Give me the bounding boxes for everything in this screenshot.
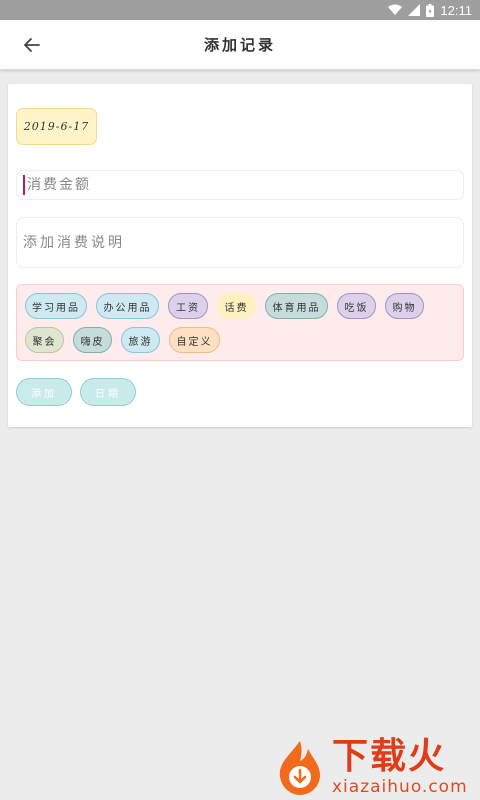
tag-chip[interactable]: 吃饭 xyxy=(337,293,376,319)
status-bar: 12:11 xyxy=(0,0,480,20)
tag-chip[interactable]: 工资 xyxy=(168,293,208,319)
amount-field[interactable] xyxy=(16,170,464,200)
tag-chip[interactable]: 旅游 xyxy=(121,327,160,353)
watermark-url: xiazaihuo.com xyxy=(332,777,468,797)
description-field[interactable] xyxy=(16,217,464,268)
add-record-card: 2019-6-17 学习用品 办公用品 工资 话费 体育用品 吃饭 购物 聚会 … xyxy=(8,84,472,427)
date-button[interactable]: 日期 xyxy=(80,378,136,406)
tag-chip[interactable]: 自定义 xyxy=(169,327,220,353)
wifi-icon xyxy=(388,4,403,15)
tag-chip[interactable]: 购物 xyxy=(385,293,424,319)
battery-icon xyxy=(426,3,435,17)
text-cursor xyxy=(23,175,25,195)
tag-chip[interactable]: 体育用品 xyxy=(265,293,328,319)
signal-icon xyxy=(408,4,421,16)
date-chip[interactable]: 2019-6-17 xyxy=(16,108,97,145)
page-title: 添加记录 xyxy=(203,36,276,54)
tag-chip[interactable]: 聚会 xyxy=(25,327,64,353)
amount-input[interactable] xyxy=(27,177,427,193)
status-time: 12:11 xyxy=(440,2,472,18)
category-tags: 学习用品 办公用品 工资 话费 体育用品 吃饭 购物 聚会 嗨皮 旅游 自定义 xyxy=(16,284,464,361)
tag-chip[interactable]: 学习用品 xyxy=(25,293,87,319)
app-bar: 添加记录 xyxy=(0,20,480,70)
tag-chip[interactable]: 话费 xyxy=(217,293,256,319)
watermark: 下载火 xiazaihuo.com xyxy=(270,734,480,800)
watermark-title: 下载火 xyxy=(332,736,447,777)
description-input[interactable] xyxy=(23,232,443,256)
add-button[interactable]: 添加 xyxy=(16,378,72,406)
flame-logo-icon xyxy=(279,741,320,795)
tag-chip[interactable]: 嗨皮 xyxy=(73,327,112,353)
tag-chip[interactable]: 办公用品 xyxy=(96,293,159,319)
